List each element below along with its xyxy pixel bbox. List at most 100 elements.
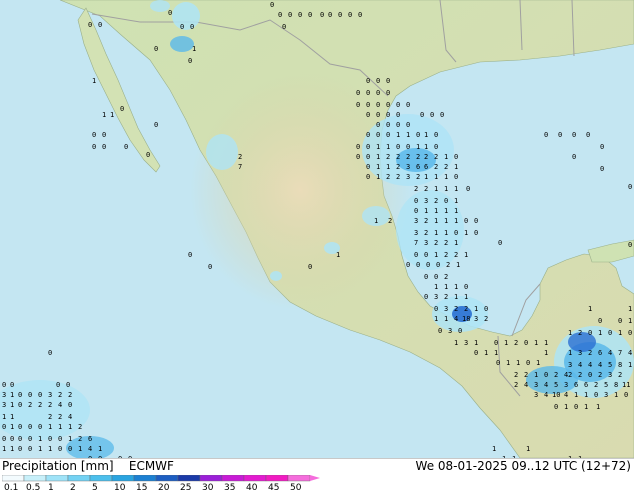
precip-value: 0 [464, 217, 468, 225]
precip-value: 1 [376, 143, 380, 151]
precip-value: 0 [628, 329, 632, 337]
precip-value: 1 [544, 349, 548, 357]
precip-value: 0 [436, 261, 440, 269]
precip-value: 0 [18, 401, 22, 409]
precip-value: 0 [440, 111, 444, 119]
precip-value: 2 [514, 381, 518, 389]
precip-value: 0 [2, 423, 6, 431]
precip-value: 2 [598, 371, 602, 379]
precip-value: 0 [120, 105, 124, 113]
precip-value: 0 [358, 11, 362, 19]
precip-value: 7 [238, 163, 242, 171]
precip-value: 2 [406, 153, 410, 161]
precip-value: 0 [180, 23, 184, 31]
precip-value: 1 [464, 293, 468, 301]
color-scale-legend: 0.1 0.5 1 2 5 10 15 20 25 30 35 40 45 50 [2, 475, 320, 491]
precip-value: 0 [572, 153, 576, 161]
precip-value: 0 [98, 21, 102, 29]
precip-value: 0 [68, 401, 72, 409]
precip-value: 1 [48, 445, 52, 453]
legend-swatch [243, 475, 267, 482]
precip-value: 0 [498, 239, 502, 247]
precip-value: 3 [414, 229, 418, 237]
precip-value: 1 [454, 339, 458, 347]
precip-value: 1 [2, 413, 6, 421]
precip-value: 4 [588, 361, 592, 369]
legend-swatch [265, 475, 289, 482]
precip-value: 2 [444, 251, 448, 259]
precip-value: 2 [434, 153, 438, 161]
precip-value: 1 [526, 445, 530, 453]
precip-value: 0 [424, 251, 428, 259]
precip-value: 3 [578, 349, 582, 357]
precip-value: 0 [366, 101, 370, 109]
legend-arrow [310, 475, 320, 481]
precip-value: 2 [396, 173, 400, 181]
precip-value: 0 [544, 371, 548, 379]
precip-value: 0 [48, 349, 52, 357]
precip-value: 2 [618, 371, 622, 379]
precip-value: 0 [386, 89, 390, 97]
precip-value: 1 [454, 239, 458, 247]
precip-value: 1 [434, 173, 438, 181]
precip-value: 1 [98, 445, 102, 453]
precip-value: 2 [578, 329, 582, 337]
precipitation-map[interactable]: 0 000 0100101 10 0000 00 270 0 0 0 0 0 0 0 0000 0 00 0 0 00… [0, 0, 634, 458]
precip-value: 0 [438, 327, 442, 335]
precip-value: 1 [534, 339, 538, 347]
precip-value: 1 [2, 445, 6, 453]
precip-value: 6 [574, 381, 578, 389]
precip-value: 0 [588, 371, 592, 379]
precip-value: 3 [2, 401, 6, 409]
precip-value: 1 [424, 131, 428, 139]
precip-value: 0 [38, 423, 42, 431]
precip-value: 0 [366, 163, 370, 171]
precip-value: 0 [376, 77, 380, 85]
precip-value: 6 [88, 435, 92, 443]
precip-value: 6 [416, 163, 420, 171]
precip-value: 2 [514, 339, 518, 347]
precip-value: 0 [376, 121, 380, 129]
precip-value: 11 [622, 381, 630, 389]
precip-value: 1 [424, 207, 428, 215]
precip-value: 0 [444, 197, 448, 205]
precip-value: 0 [618, 317, 622, 325]
precip-value: 0 [600, 143, 604, 151]
precip-value: 0 [154, 121, 158, 129]
precip-value: 6 [598, 349, 602, 357]
precip-value: 1 [386, 143, 390, 151]
precip-value: 0 [464, 283, 468, 291]
precip-value: 1 [474, 339, 478, 347]
precip-value: 0 [594, 391, 598, 399]
precip-value: 1 [444, 217, 448, 225]
precip-value: 1 [618, 329, 622, 337]
precip-value: 2 [484, 315, 488, 323]
precip-value: 0 [2, 435, 6, 443]
precip-value: 0 [66, 381, 70, 389]
precip-value: 1 [424, 143, 428, 151]
precip-value: 2 [464, 305, 468, 313]
precip-value: 1 [48, 423, 52, 431]
precip-value: 0 [474, 217, 478, 225]
precip-value: 2 [58, 391, 62, 399]
precip-value: 1 [584, 391, 588, 399]
precip-value: 0 [308, 263, 312, 271]
precip-value: 3 [474, 315, 478, 323]
precip-value: 0 [434, 143, 438, 151]
precip-value: 1 [598, 329, 602, 337]
precip-value: 2 [416, 173, 420, 181]
precip-value: 4 [578, 361, 582, 369]
precip-value: 0 [146, 151, 150, 159]
precip-value: 1 [374, 217, 378, 225]
precip-value: 0 [18, 423, 22, 431]
precip-value: 4 [608, 349, 612, 357]
legend-swatch [287, 475, 311, 482]
precip-value: 0 [496, 359, 500, 367]
precip-value: 4 [564, 391, 568, 399]
precip-value: 1 [92, 77, 96, 85]
precip-value: 2 [588, 349, 592, 357]
precip-value: 7 [618, 349, 622, 357]
precip-value: 1 [464, 251, 468, 259]
precip-value: 1 [444, 153, 448, 161]
precip-value: 0 [574, 403, 578, 411]
